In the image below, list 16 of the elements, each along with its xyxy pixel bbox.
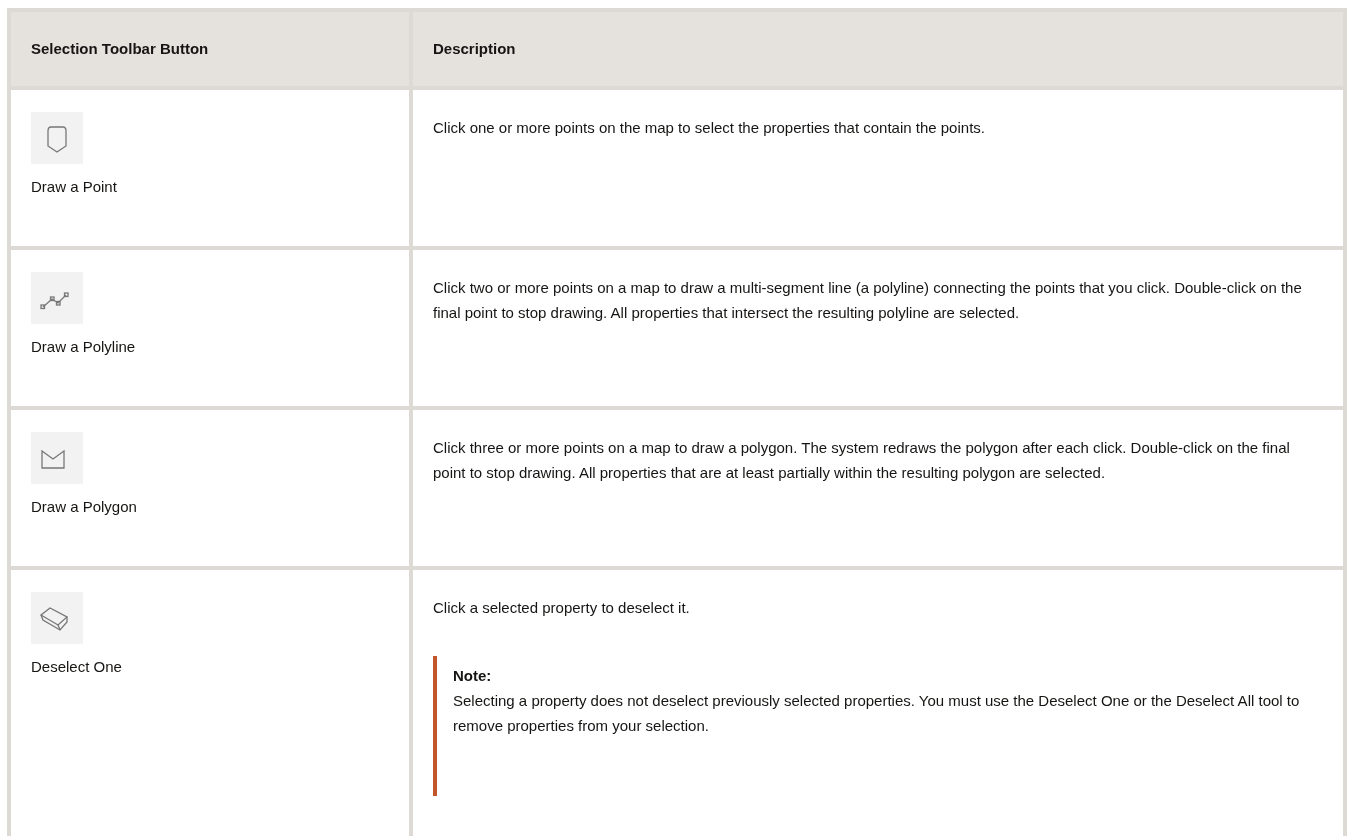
description-text: Click one or more points on the map to select the properties that contain the points. [433,118,986,138]
button-name: Deselect One [31,657,123,677]
column-header: Selection Toolbar Button [9,10,411,88]
polyline-tool-icon [31,272,83,324]
column-header: Description [411,10,1345,88]
point-tool-icon [31,112,83,164]
note-text: Selecting a property does not deselect previously selected properties. You must use the Deselect One or the Deselect All tool to remove properties from your selection. [453,691,1301,736]
description-text: Click a selected property to deselect it. [433,598,691,618]
button-name: Draw a Polygon [31,497,138,517]
description-text: Click two or more points on a map to draw a multi-segment line (a polyline) connecting the points that you click. Double-click on the final point to stop drawing. All properties that intersect the resulting polyline are selected. [433,278,1303,323]
button-name: Draw a Polyline [31,337,137,357]
polygon-tool-icon [31,432,83,484]
button-name: Draw a Point [31,177,118,197]
eraser-icon [31,592,83,644]
note-title: Note: [453,666,493,686]
description-text: Click three or more points on a map to draw a polygon. The system redraws the polygon after each click. Double-click on the final point to stop drawing. All properties that are at least partially within the resulting polygon are selected. [433,438,1291,483]
